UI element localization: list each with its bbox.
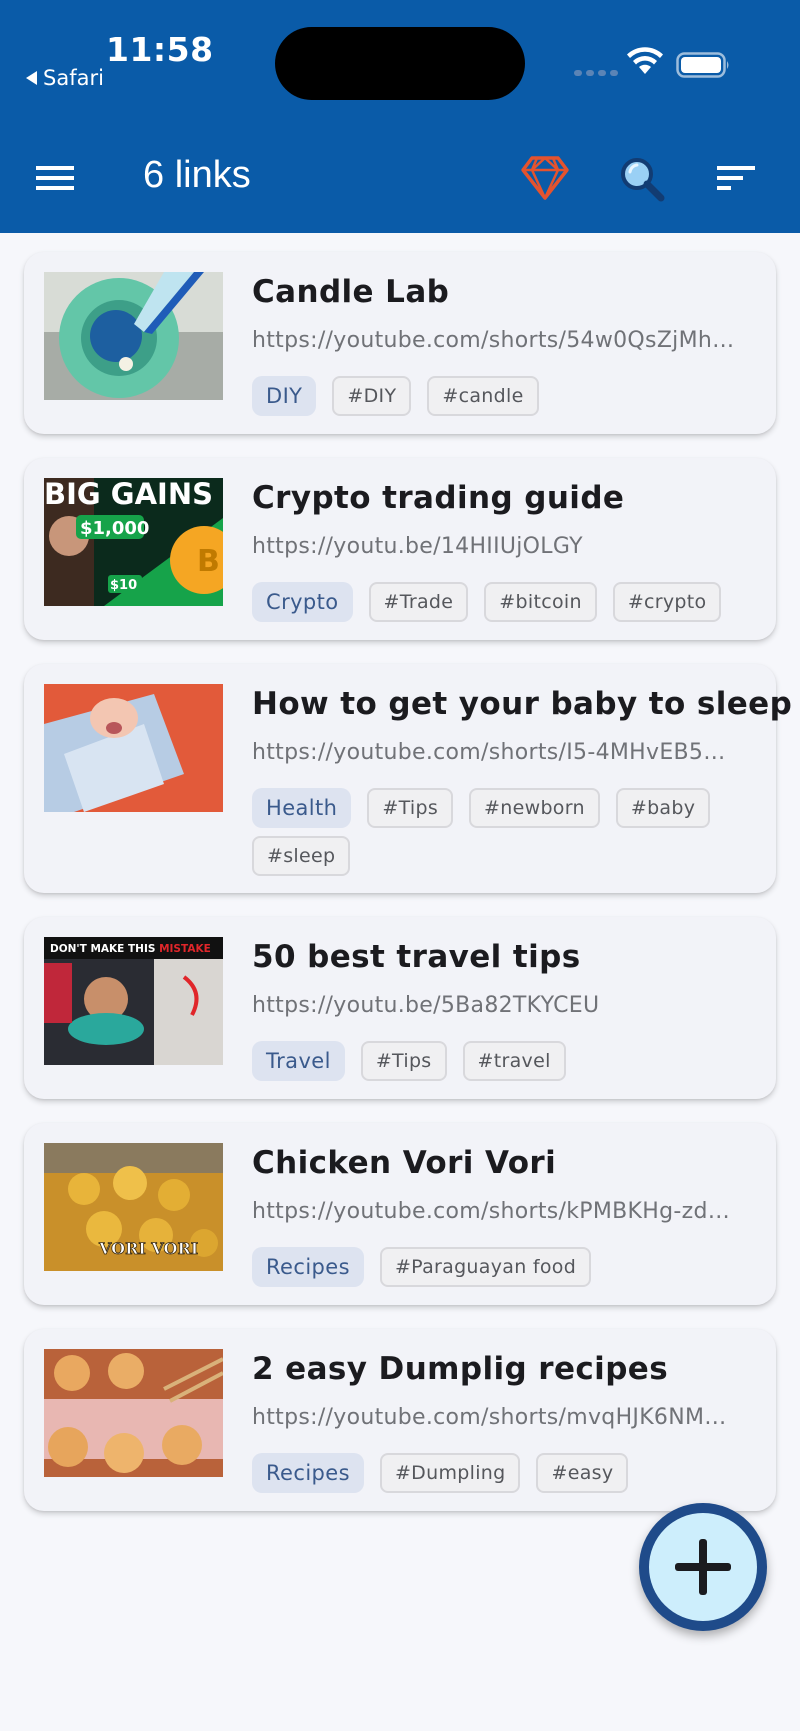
link-url[interactable]: https://youtu.be/5Ba82TKYCEU <box>252 993 762 1018</box>
back-to-safari-link[interactable]: Safari <box>26 66 104 90</box>
thumb-text: $10 <box>110 578 137 593</box>
status-time: 11:58 <box>106 30 214 69</box>
tag-chip[interactable]: #easy <box>536 1453 629 1493</box>
category-chip[interactable]: Recipes <box>252 1453 364 1493</box>
tag-list: Crypto #Trade #bitcoin #crypto <box>252 582 762 622</box>
svg-text:DON'T MAKE THIS MISTAKE: DON'T MAKE THIS MISTAKE <box>50 943 211 955</box>
link-title: 2 easy Dumplig recipes <box>252 1351 669 1387</box>
link-thumbnail: DON'T MAKE THIS MISTAKE <box>44 937 223 1065</box>
page-title: 6 links <box>143 154 251 196</box>
tag-chip[interactable]: #Dumpling <box>379 1453 521 1493</box>
thumb-text: VORI VORI <box>98 1239 198 1258</box>
toolbar: 6 links <box>0 140 800 220</box>
add-link-button[interactable] <box>639 1503 767 1631</box>
category-chip[interactable]: Crypto <box>252 582 353 622</box>
tag-list: DIY #DIY #candle <box>252 376 762 416</box>
link-url[interactable]: https://youtube.com/shorts/54w0QsZjMh… <box>252 328 762 353</box>
tag-chip[interactable]: #Tips <box>360 1041 447 1081</box>
svg-text:B: B <box>197 544 220 579</box>
link-url[interactable]: https://youtu.be/14HIIUjOLGY <box>252 534 762 559</box>
link-thumbnail <box>44 1349 223 1477</box>
menu-icon[interactable] <box>36 164 74 192</box>
app-header: 11:58 Safari 6 links <box>0 0 800 233</box>
category-chip[interactable]: Recipes <box>252 1247 364 1287</box>
link-card[interactable]: B BIG GAINS $1,000 $10 Crypto trading gu… <box>24 458 776 640</box>
link-card[interactable]: DON'T MAKE THIS MISTAKE 50 best travel t… <box>24 917 776 1099</box>
tag-chip[interactable]: #DIY <box>332 376 412 416</box>
dynamic-island <box>275 27 525 100</box>
link-title: Chicken Vori Vori <box>252 1145 557 1181</box>
link-card[interactable]: How to get your baby to sleep https://yo… <box>24 664 792 893</box>
link-thumbnail <box>44 684 223 812</box>
thumb-text: BIG GAINS <box>44 478 213 511</box>
tag-chip[interactable]: #baby <box>615 788 711 828</box>
tag-chip[interactable]: #travel <box>462 1041 566 1081</box>
thumb-text: $1,000 <box>80 518 149 539</box>
tag-chip[interactable]: #Tips <box>367 788 454 828</box>
link-title: 50 best travel tips <box>252 939 581 975</box>
tag-chip[interactable]: #newborn <box>469 788 600 828</box>
tag-list: Travel #Tips #travel <box>252 1041 762 1081</box>
link-card[interactable]: VORI VORI Chicken Vori Vori https://yout… <box>24 1123 776 1305</box>
tag-chip[interactable]: #sleep <box>252 836 351 876</box>
tag-chip[interactable]: #Trade <box>368 582 469 622</box>
link-url[interactable]: https://youtube.com/shorts/mvqHJK6NM… <box>252 1405 762 1430</box>
link-url[interactable]: https://youtube.com/shorts/kPMBKHg-zd… <box>252 1199 762 1224</box>
back-app-label: Safari <box>43 66 104 90</box>
plus-icon <box>675 1539 731 1595</box>
category-chip[interactable]: DIY <box>252 376 317 416</box>
link-title: How to get your baby to sleep <box>252 686 793 722</box>
wifi-icon <box>627 47 663 74</box>
tag-chip[interactable]: #candle <box>427 376 539 416</box>
link-title: Crypto trading guide <box>252 480 625 516</box>
link-thumbnail: VORI VORI <box>44 1143 223 1271</box>
premium-gem-icon[interactable] <box>520 154 570 202</box>
battery-icon <box>676 52 729 78</box>
tag-list: Recipes #Paraguayan food <box>252 1247 762 1287</box>
tag-list: Health #Tips #newborn #baby #sleep <box>252 788 762 876</box>
back-arrow-icon <box>26 71 37 85</box>
link-card[interactable]: 2 easy Dumplig recipes https://youtube.c… <box>24 1329 776 1511</box>
tag-chip[interactable]: #Paraguayan food <box>379 1247 592 1287</box>
search-icon[interactable] <box>617 154 667 204</box>
category-chip[interactable]: Travel <box>252 1041 345 1081</box>
link-thumbnail <box>44 272 223 400</box>
add-link-button-face <box>649 1513 757 1621</box>
cellular-signal-icon <box>574 70 618 76</box>
tag-chip[interactable]: #crypto <box>612 582 722 622</box>
thumb-text: DON'T MAKE THIS <box>50 943 159 955</box>
tag-list: Recipes #Dumpling #easy <box>252 1453 762 1493</box>
link-card[interactable]: Candle Lab https://youtube.com/shorts/54… <box>24 252 776 434</box>
link-thumbnail: B BIG GAINS $1,000 $10 <box>44 478 223 606</box>
status-bar: 11:58 Safari <box>0 0 800 110</box>
category-chip[interactable]: Health <box>252 788 352 828</box>
link-url[interactable]: https://youtube.com/shorts/I5-4MHvEB5… <box>252 740 762 765</box>
thumb-text: MISTAKE <box>159 943 211 955</box>
tag-chip[interactable]: #bitcoin <box>484 582 597 622</box>
link-title: Candle Lab <box>252 274 450 310</box>
sort-icon[interactable] <box>717 164 755 192</box>
